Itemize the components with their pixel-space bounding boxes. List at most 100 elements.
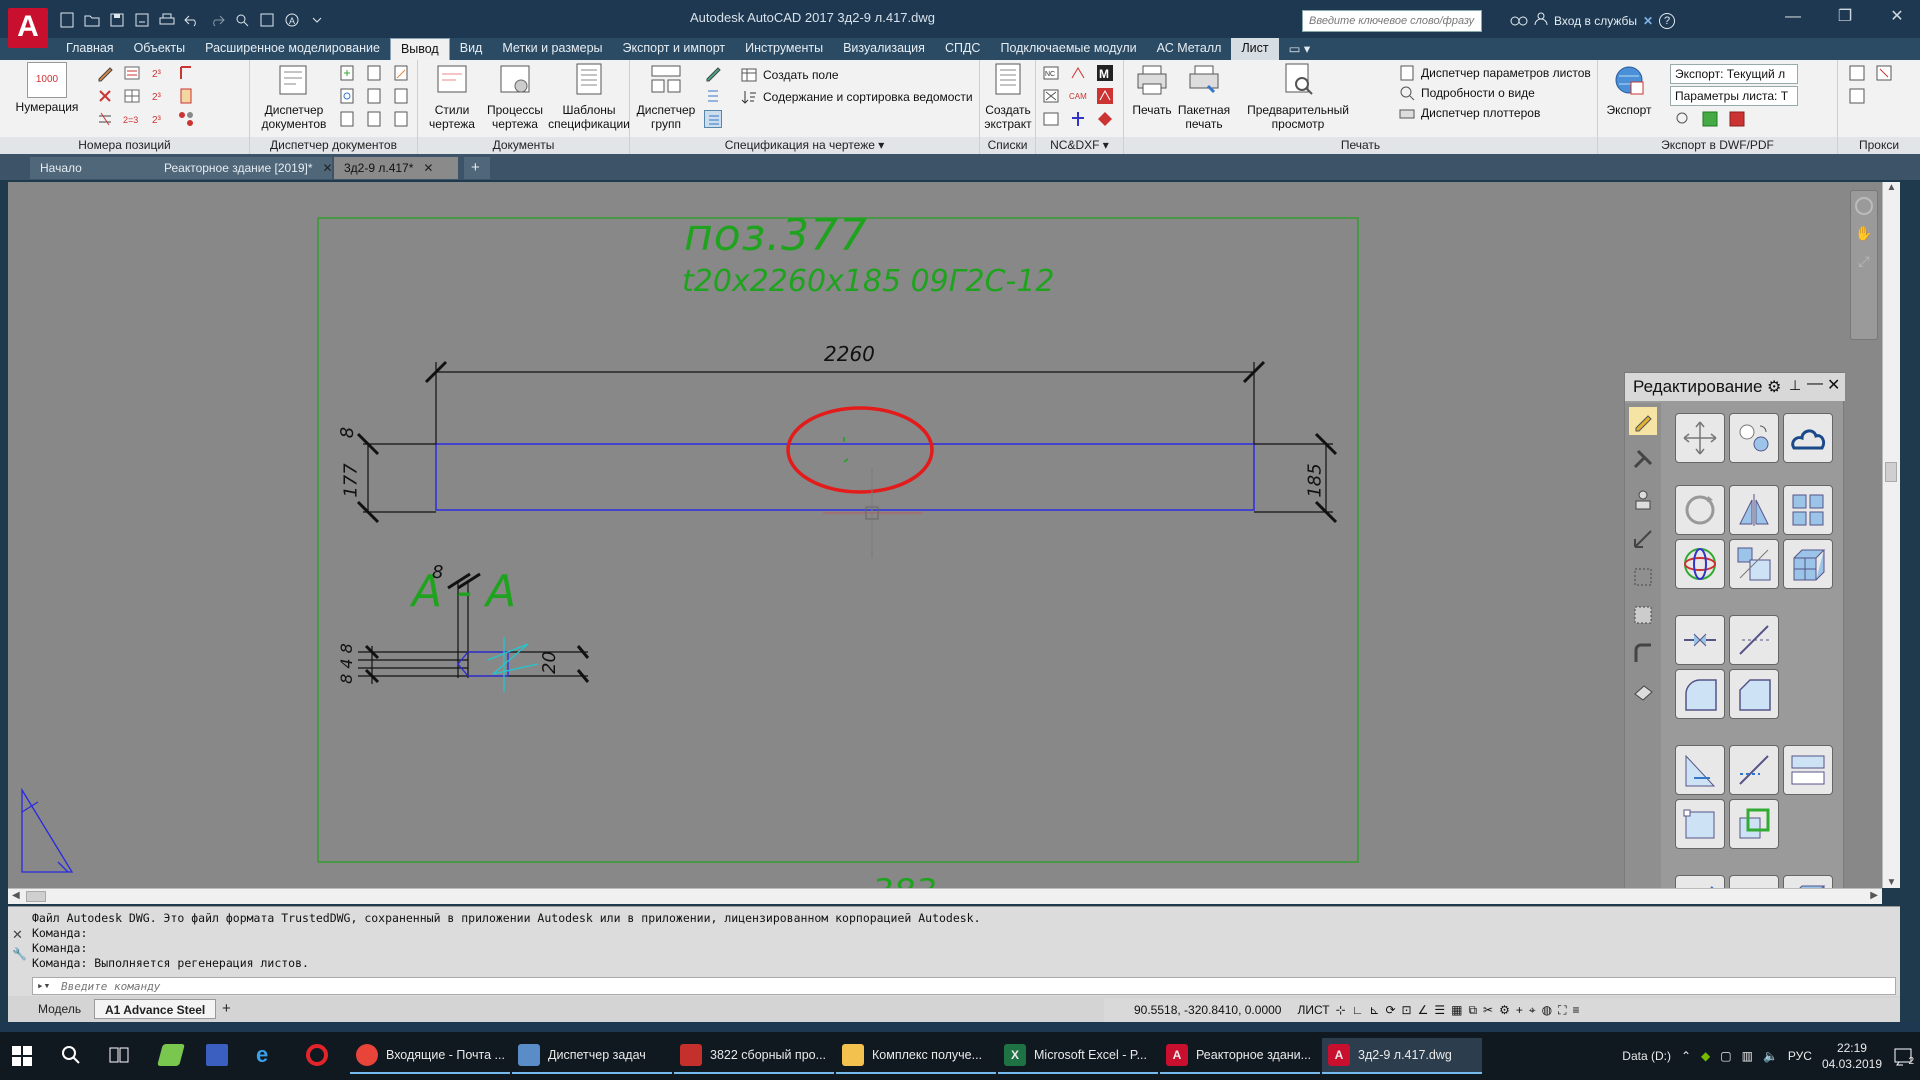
move-tool[interactable] xyxy=(1675,413,1725,463)
copy-tool[interactable] xyxy=(1729,413,1779,463)
horizontal-scroll-thumb[interactable] xyxy=(26,891,46,902)
taskbar-item-excel[interactable]: X Microsoft Excel - P... xyxy=(998,1038,1158,1074)
snap-icon[interactable]: ∟ xyxy=(1352,1003,1364,1017)
page-setup-select[interactable]: Параметры листа: Т xyxy=(1670,86,1798,106)
cam-red-icon[interactable] xyxy=(1096,87,1114,105)
scroll-right-icon[interactable]: ▶ xyxy=(1870,890,1878,901)
doc-table-icon[interactable] xyxy=(392,110,410,128)
login-label[interactable]: Вход в службы xyxy=(1554,14,1637,28)
volume-icon[interactable]: 🔈 xyxy=(1763,1049,1778,1063)
rotate-tool[interactable] xyxy=(1675,485,1725,535)
offset-tool[interactable] xyxy=(1729,799,1779,849)
open-icon[interactable] xyxy=(81,10,103,30)
spec-templates-button[interactable]: Шаблоны спецификации xyxy=(548,62,630,131)
doc-update-icon[interactable] xyxy=(365,87,383,105)
drive-label[interactable]: Data (D:) xyxy=(1622,1049,1671,1063)
scale-tool[interactable] xyxy=(1729,539,1779,589)
share-icon[interactable] xyxy=(256,10,278,30)
doc-link-icon[interactable] xyxy=(365,64,383,82)
dimension-category-icon[interactable] xyxy=(1629,525,1657,553)
spec-edit-icon[interactable] xyxy=(704,64,722,82)
lengthen-tool[interactable] xyxy=(1675,875,1725,888)
osnap-icon[interactable]: ⊡ xyxy=(1402,1003,1412,1017)
fullscreen-icon[interactable]: ⛶ xyxy=(1558,1003,1566,1018)
doc-lock-icon[interactable] xyxy=(365,110,383,128)
bend-category-icon[interactable] xyxy=(1629,639,1657,667)
qat-menu-chevron-down-icon[interactable] xyxy=(306,10,328,30)
notifications-icon[interactable]: 2 xyxy=(1892,1045,1914,1067)
plate-category-icon[interactable] xyxy=(1629,677,1657,705)
close-tab-icon[interactable]: ✕ xyxy=(423,161,433,175)
doc-add-icon[interactable] xyxy=(338,64,356,82)
table-number-icon[interactable] xyxy=(123,87,141,105)
pan-hand-icon[interactable]: ✋ xyxy=(1855,225,1873,243)
create-extract-button[interactable]: Создать экстракт xyxy=(980,62,1036,131)
opera-icon[interactable] xyxy=(306,1044,328,1066)
search-taskbar-icon[interactable] xyxy=(60,1044,82,1066)
redo-icon[interactable] xyxy=(206,10,228,30)
drawing-styles-button[interactable]: Стили чертежа xyxy=(422,62,482,131)
start-button[interactable] xyxy=(12,1046,32,1066)
clear-number-icon[interactable] xyxy=(96,110,114,128)
boundary-tool[interactable] xyxy=(1675,799,1725,849)
document-manager-button[interactable]: Диспетчер документов xyxy=(256,62,332,131)
application-menu-button[interactable]: A xyxy=(8,8,48,48)
tab-view[interactable]: Вид xyxy=(450,38,493,60)
palette-close-icon[interactable]: ✕ xyxy=(1827,375,1840,395)
zoom-window-icon[interactable] xyxy=(231,10,253,30)
clock[interactable]: 22:19 04.03.2019 xyxy=(1822,1040,1882,1072)
drawing-canvas[interactable]: поз.377 t20x2260x185 09Г2С-12 2260 177 8… xyxy=(8,182,1882,888)
command-window-settings-icon[interactable]: 🔧 xyxy=(12,947,27,961)
vertical-scrollbar[interactable]: ▲ ▼ xyxy=(1882,182,1900,888)
pencil-number-icon[interactable] xyxy=(96,64,114,82)
new-tab-plus-icon[interactable]: + xyxy=(464,157,490,179)
tab-objects[interactable]: Объекты xyxy=(124,38,196,60)
doc-list-icon[interactable] xyxy=(338,110,356,128)
command-window-close-icon[interactable]: ✕ xyxy=(12,927,23,943)
taskbar-item-mail[interactable]: Входящие - Почта ... xyxy=(350,1038,510,1074)
horizontal-scrollbar[interactable]: ◀ ▶ xyxy=(8,888,1882,904)
group-manager-button[interactable]: Диспетчер групп xyxy=(632,62,700,131)
polar-icon[interactable]: ⟳ xyxy=(1385,1003,1395,1017)
swap-number-icon[interactable]: 2=3 xyxy=(123,110,141,128)
zoom-extents-icon[interactable]: ⤢ xyxy=(1855,253,1873,271)
plotter-manager-button[interactable]: Диспетчер плоттеров xyxy=(1398,104,1540,122)
taskbar-item-folder[interactable]: Комплекс получе... xyxy=(836,1038,996,1074)
export-button[interactable]: Экспорт xyxy=(1602,62,1656,117)
tab-export-import[interactable]: Экспорт и импорт xyxy=(613,38,736,60)
edge-icon[interactable]: e xyxy=(256,1044,278,1066)
units-icon[interactable]: ⌖ xyxy=(1529,1003,1536,1018)
proxy-info-icon[interactable] xyxy=(1848,87,1866,105)
delete-number-icon[interactable] xyxy=(96,87,114,105)
3d-orbit-tool[interactable] xyxy=(1675,539,1725,589)
plus-icon[interactable]: + xyxy=(1516,1003,1523,1017)
scroll-down-icon[interactable]: ▼ xyxy=(1883,877,1900,888)
break-tool[interactable] xyxy=(1675,615,1725,665)
print-button[interactable]: Печать xyxy=(1128,62,1176,117)
renumber2-icon[interactable]: 2³ xyxy=(150,87,168,105)
export-scope-select[interactable]: Экспорт: Текущий л xyxy=(1670,64,1798,84)
export-dwf-icon[interactable] xyxy=(1701,110,1719,128)
revision-cloud-tool[interactable] xyxy=(1783,413,1833,463)
command-prompt-icon[interactable]: ▸▾ xyxy=(37,979,50,992)
undo-icon[interactable] xyxy=(181,10,203,30)
view-details-button[interactable]: Подробности о виде xyxy=(1398,84,1535,102)
stretch-tool[interactable] xyxy=(1675,745,1725,795)
doc-tab-reactor-building[interactable]: Реакторное здание [2019]* ✕ xyxy=(154,157,333,179)
grid-category-icon[interactable] xyxy=(1629,601,1657,629)
extend-tool[interactable] xyxy=(1729,615,1779,665)
edit-polyline-tool[interactable] xyxy=(1729,875,1779,888)
cam-icon[interactable]: CAM xyxy=(1069,87,1087,105)
pinned-app-icon[interactable] xyxy=(157,1044,185,1066)
floppy-app-icon[interactable] xyxy=(206,1044,228,1066)
doc-edit-icon[interactable] xyxy=(392,64,410,82)
palette-minimize-icon[interactable]: — xyxy=(1807,375,1823,393)
3d-array-tool[interactable] xyxy=(1783,539,1833,589)
proxy-remove-icon[interactable] xyxy=(1875,64,1893,82)
doc-refresh-icon[interactable] xyxy=(338,87,356,105)
tab-sheet[interactable]: Лист xyxy=(1231,38,1279,60)
proxy-icon[interactable] xyxy=(1848,64,1866,82)
ortho-icon[interactable]: ⊾ xyxy=(1369,1003,1379,1017)
doc-tab-start[interactable]: Начало xyxy=(30,157,170,179)
selection-cycling-icon[interactable]: ⧉ xyxy=(1468,1003,1477,1018)
